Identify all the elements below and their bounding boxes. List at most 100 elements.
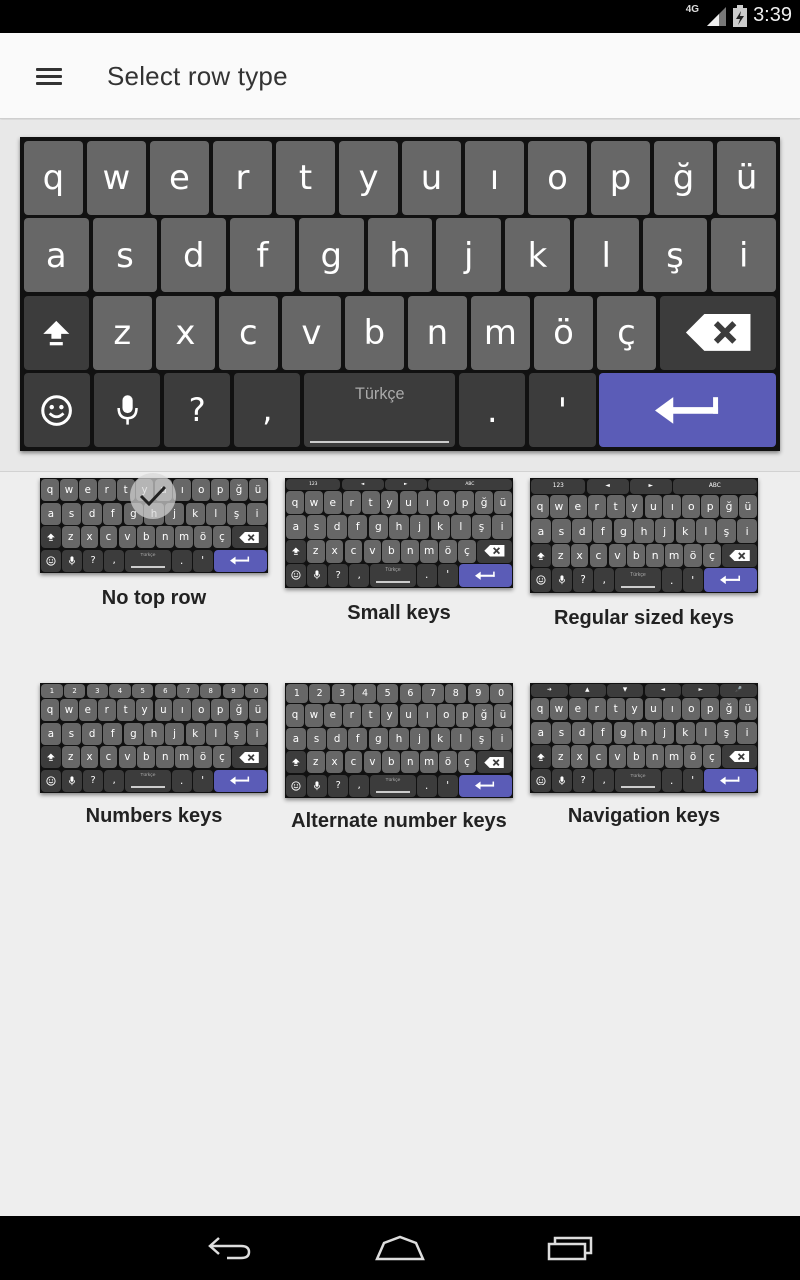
key-ı: ı <box>464 140 525 215</box>
back-button[interactable] <box>200 1230 260 1266</box>
key-j: j <box>436 218 502 293</box>
key-o: o <box>682 494 701 519</box>
key-l: l <box>206 722 226 745</box>
shift-icon <box>41 746 61 769</box>
key-i: i <box>492 515 512 539</box>
key-number: 6 <box>399 684 422 704</box>
recents-button[interactable] <box>540 1230 600 1266</box>
key-n: n <box>646 543 665 568</box>
key-ö: ö <box>684 543 702 568</box>
key-e: e <box>568 697 587 721</box>
key-k: k <box>185 722 205 745</box>
backspace-icon <box>659 295 777 370</box>
key-nav: ▲ <box>568 684 606 697</box>
enter-icon <box>458 774 512 797</box>
space-underline <box>621 785 655 788</box>
space-bar: Türkçe <box>304 373 456 448</box>
option-alternate-number-keys[interactable]: 1234567890 qwertyuıopğü asdfghjklşi zxcvbnm… <box>285 683 513 838</box>
key-y: y <box>380 704 399 727</box>
key-number: 7 <box>177 684 199 698</box>
key-p: p <box>211 699 230 722</box>
option-regular-sized-keys[interactable]: 123 ◄ ► ABC q w e r t y u ı o p ğ ü a s d f g h j k l ş i z x c v b n m ö ç… <box>530 478 758 633</box>
key-ö: ö <box>684 745 702 769</box>
enter-icon <box>599 373 777 448</box>
key-ç: ç <box>213 526 231 549</box>
option-small-keys[interactable]: 123 ◄ ► ABC q w e r t y u ı o p ğ ü a s d f g h j k l ş i z x c v b n m ö ç… <box>285 478 513 628</box>
backspace-icon <box>476 751 512 774</box>
selected-check-icon <box>130 473 176 519</box>
key-w: w <box>550 494 568 519</box>
key-a: a <box>531 519 551 543</box>
key-g: g <box>368 727 389 750</box>
space-bar: Türkçe <box>370 563 416 587</box>
keyboard-preview: q w e r t y u ı o p ğ ü a s d f g h j k l ş i z x c v b n m ö ç?, Türkçe… <box>20 137 780 451</box>
menu-icon[interactable] <box>36 68 62 86</box>
key-f: f <box>103 722 123 745</box>
key-s: s <box>306 515 327 539</box>
key-d: d <box>327 727 347 750</box>
key-t: t <box>361 704 380 727</box>
space-label: Türkçe <box>140 772 156 778</box>
key-c: c <box>589 543 608 568</box>
key-j: j <box>409 515 430 539</box>
key-z: z <box>306 539 325 563</box>
mic-icon <box>62 769 83 792</box>
key-ü: ü <box>716 140 777 215</box>
key-top-0: 123 <box>531 479 586 494</box>
key-z: z <box>61 746 80 769</box>
key-r: r <box>587 697 606 721</box>
enter-icon <box>458 563 512 587</box>
key-q: q <box>23 140 83 215</box>
key-w: w <box>86 140 147 215</box>
home-button[interactable] <box>370 1230 430 1266</box>
key-a: a <box>41 502 61 525</box>
key-ğ: ğ <box>720 697 738 721</box>
key-m: m <box>665 543 683 568</box>
key-ı: ı <box>173 699 192 722</box>
emoji-icon <box>531 769 552 792</box>
key-w: w <box>60 479 78 502</box>
mic-icon <box>93 373 161 448</box>
key-ğ: ğ <box>720 494 738 519</box>
key-v: v <box>608 543 627 568</box>
key-k: k <box>185 502 205 525</box>
key-p: p <box>211 479 230 502</box>
key-comma: , <box>349 563 370 587</box>
key-m: m <box>420 751 438 774</box>
key-d: d <box>572 519 592 543</box>
key-o: o <box>682 697 701 721</box>
key-number: 4 <box>354 684 376 704</box>
key-j: j <box>164 722 185 745</box>
key-number: 3 <box>86 684 109 698</box>
option-numbers-keys[interactable]: 1234567890 qwertyuıopğü asdfghjklşi zxcvbnm… <box>40 683 268 833</box>
key-t: t <box>606 494 625 519</box>
key-x: x <box>155 295 215 370</box>
thumbnail-regular-sized-keys: 123 ◄ ► ABC q w e r t y u ı o p ğ ü a s d f g h j k l ş i z x c v b n m ö ç… <box>530 478 758 593</box>
key-period: . <box>171 549 192 572</box>
key-e: e <box>78 479 97 502</box>
shift-icon <box>41 526 61 549</box>
home-icon <box>375 1235 425 1261</box>
space-bar: Türkçe <box>370 774 416 797</box>
key-number: 1 <box>286 684 308 704</box>
key-h: h <box>634 721 654 745</box>
option-label: Numbers keys <box>85 805 223 827</box>
key-k: k <box>430 727 450 750</box>
key-g: g <box>123 722 144 745</box>
key-s: s <box>92 218 158 293</box>
space-underline <box>376 580 410 583</box>
shift-icon <box>531 745 551 769</box>
key-q: q <box>531 697 549 721</box>
emoji-icon <box>23 373 91 448</box>
option-no-top-row[interactable]: qwertyuıopğüasdfghjklşizxcvbnmöç?,Türkçe… <box>40 473 268 618</box>
key-ü: ü <box>249 479 267 502</box>
key-a: a <box>286 727 306 750</box>
emoji-icon <box>286 563 307 587</box>
key-i: i <box>737 721 757 745</box>
key-question: ? <box>573 568 594 592</box>
key-ş: ş <box>226 722 247 745</box>
key-comma: , <box>349 774 370 797</box>
key-question: ? <box>573 769 594 792</box>
key-o: o <box>527 140 588 215</box>
option-navigation-keys[interactable]: ➔ ▲ ▼ ◄ ► 🎤 q w e r t y u ı o p ğ ü a s d f g h j k l ş i z x c v b n m ö ç?,… <box>530 683 758 833</box>
